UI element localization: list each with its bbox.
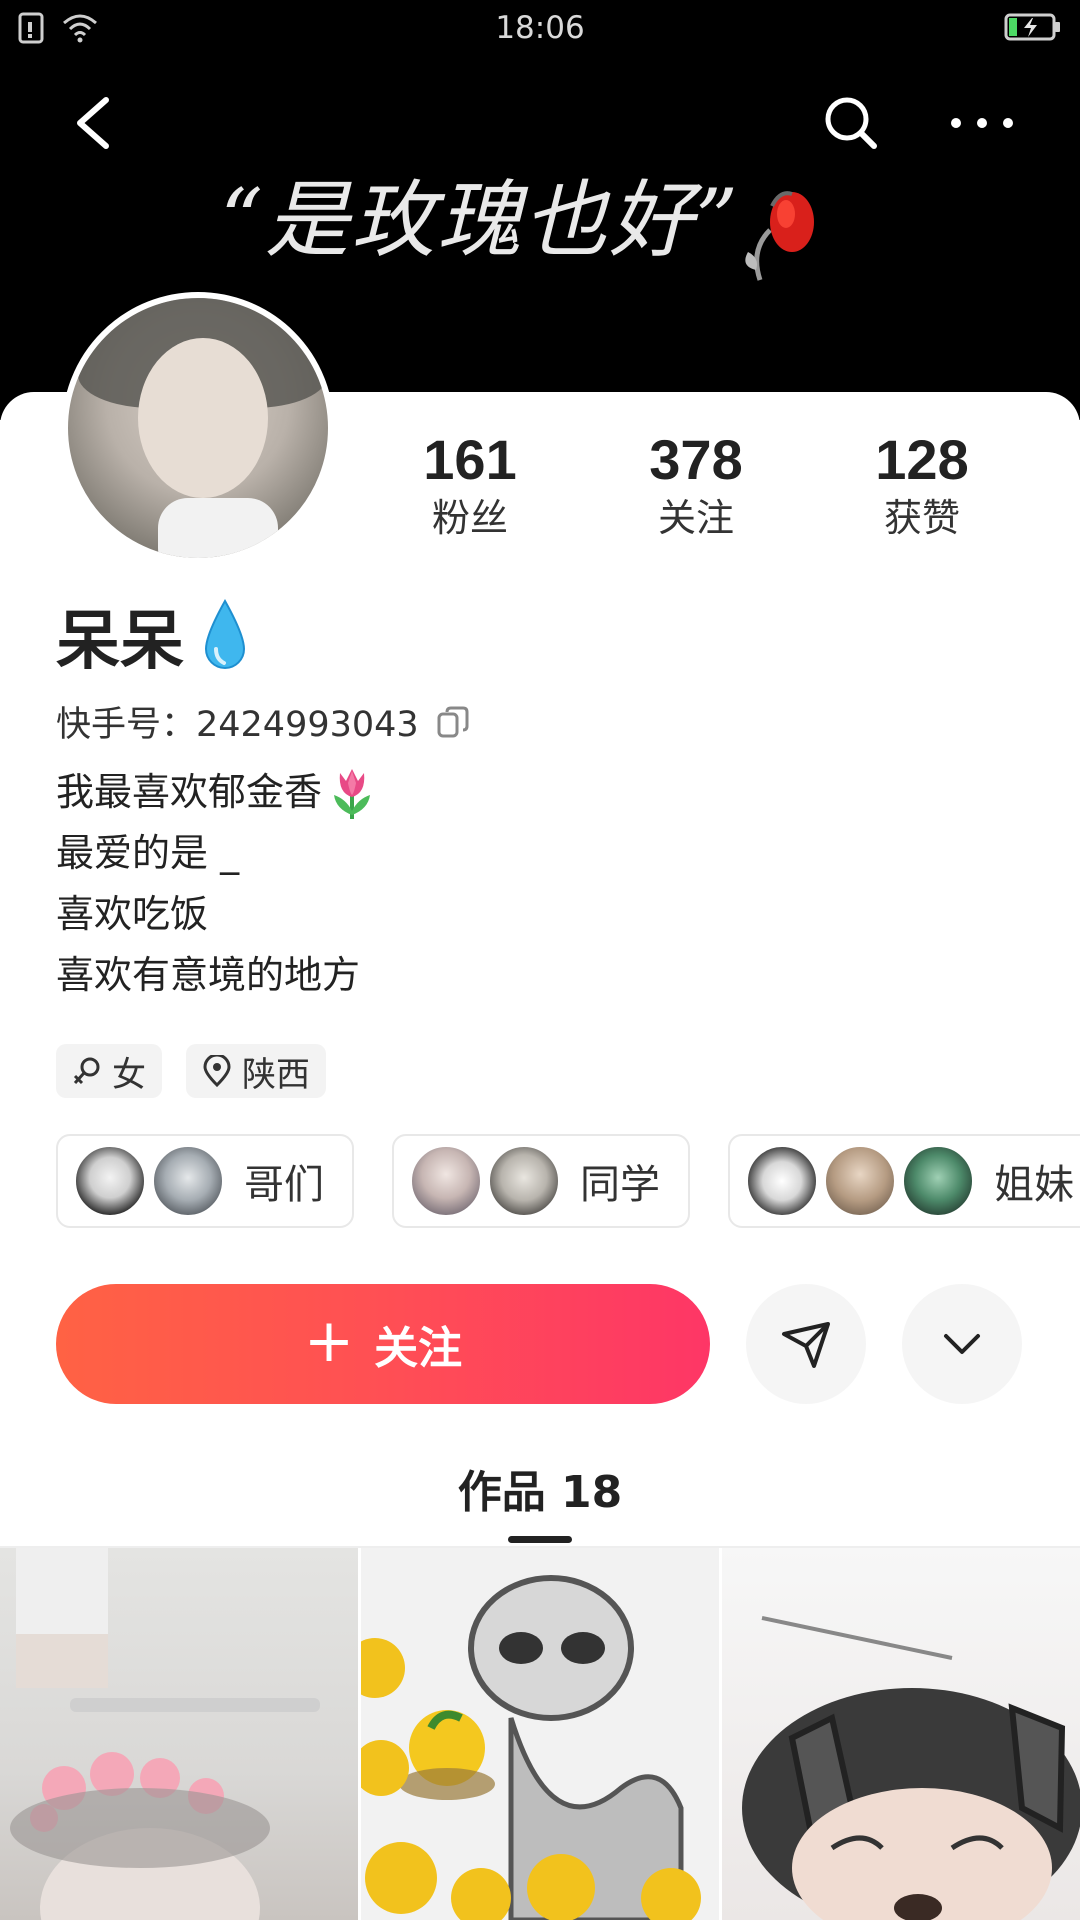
stat-fans-value: 161 xyxy=(423,428,517,491)
username-row: 呆呆 xyxy=(56,596,252,679)
stat-likes[interactable]: 128 获赞 xyxy=(822,428,1022,544)
water-drop-icon xyxy=(204,598,246,669)
bio-line: 最爱的是 _ xyxy=(56,823,378,884)
stat-following-label: 关注 xyxy=(657,496,734,540)
tab-works-label: 作品 18 xyxy=(457,1467,623,1518)
chevron-down-icon xyxy=(944,1334,980,1354)
stat-likes-value: 128 xyxy=(875,428,969,491)
rose-icon xyxy=(745,191,814,281)
gender-label: 女 xyxy=(112,1054,146,1095)
work-thumbnail[interactable] xyxy=(722,1548,1080,1920)
work-thumbnail-art xyxy=(361,1575,701,1920)
tab-indicator xyxy=(508,1536,572,1543)
group-chip[interactable]: 同学 xyxy=(392,1134,690,1228)
location-tag: 陕西 xyxy=(186,1044,326,1098)
avatar-collar xyxy=(158,498,278,558)
username: 呆呆 xyxy=(56,605,184,679)
expand-button[interactable] xyxy=(902,1284,1022,1404)
send-message-button[interactable] xyxy=(746,1284,866,1404)
group-avatar xyxy=(152,1145,224,1217)
bio-line: 我最喜欢郁金香 xyxy=(56,762,378,823)
group-avatar xyxy=(410,1145,482,1217)
send-icon xyxy=(782,1322,830,1368)
group-list: 哥们 同学 姐妹 xyxy=(56,1134,1080,1230)
back-icon xyxy=(77,97,109,149)
group-avatar xyxy=(746,1145,818,1217)
top-nav xyxy=(0,80,1080,160)
more-icon xyxy=(951,118,1013,128)
group-chip[interactable]: 哥们 xyxy=(56,1134,354,1228)
location-label: 陕西 xyxy=(242,1054,310,1095)
group-label: 哥们 xyxy=(244,1162,324,1208)
bio-line-text: 喜欢吃饭 xyxy=(56,892,209,936)
group-avatar xyxy=(488,1145,560,1217)
bio-line-text: 喜欢有意境的地方 xyxy=(56,953,361,997)
group-avatar xyxy=(74,1145,146,1217)
work-thumbnail-art xyxy=(742,1616,1080,1920)
bio-line-text: 我最喜欢郁金香 xyxy=(56,770,323,814)
avatar-face xyxy=(138,338,268,498)
tab-works[interactable]: 作品 18 xyxy=(0,1456,1080,1520)
group-label: 同学 xyxy=(580,1162,660,1208)
kuaishou-id-row: 快手号：2424993043 xyxy=(56,696,471,747)
search-button[interactable] xyxy=(818,90,884,156)
bio-line-text: 最爱的是 _ xyxy=(56,831,240,875)
work-thumbnail-art xyxy=(10,1548,320,1920)
profile-stats: 161 粉丝 378 关注 128 获赞 xyxy=(370,428,1080,548)
work-thumbnail[interactable] xyxy=(0,1548,358,1920)
bio: 我最喜欢郁金香 最爱的是 _ 喜欢吃饭 喜欢有意境的地方 xyxy=(56,762,378,1006)
tulip-icon xyxy=(334,768,371,819)
group-avatar xyxy=(824,1145,896,1217)
stat-fans[interactable]: 161 粉丝 xyxy=(370,428,570,544)
stat-fans-label: 粉丝 xyxy=(431,496,508,540)
banner-artwork: “是玫瑰也好” xyxy=(220,150,860,290)
female-icon xyxy=(73,1057,100,1085)
more-button[interactable] xyxy=(942,90,1022,156)
battery-icon xyxy=(1004,12,1062,50)
plus-icon: + xyxy=(303,1306,355,1376)
bio-line: 喜欢吃饭 xyxy=(56,884,378,945)
follow-label: 关注 xyxy=(374,1323,463,1374)
group-label: 姐妹 xyxy=(994,1162,1074,1208)
back-button[interactable] xyxy=(60,88,130,158)
gender-tag: 女 xyxy=(56,1044,162,1098)
follow-button[interactable]: + 关注 xyxy=(56,1284,710,1404)
stat-likes-label: 获赞 xyxy=(883,496,960,540)
search-icon xyxy=(825,97,877,149)
copy-icon[interactable] xyxy=(435,704,471,740)
work-thumbnail[interactable] xyxy=(361,1548,719,1920)
status-time: 18:06 xyxy=(495,10,585,46)
status-bar: 18:06 xyxy=(0,0,1080,58)
group-chip[interactable]: 姐妹 xyxy=(728,1134,1080,1228)
group-avatar xyxy=(902,1145,974,1217)
bio-line: 喜欢有意境的地方 xyxy=(56,945,378,1006)
kuaishou-id: 快手号：2424993043 xyxy=(56,705,419,745)
banner-text: “是玫瑰也好” xyxy=(220,171,740,269)
works-grid xyxy=(0,1548,1080,1920)
profile-tags: 女 陕西 xyxy=(56,1044,326,1098)
stat-following-value: 378 xyxy=(649,428,743,491)
stat-following[interactable]: 378 关注 xyxy=(596,428,796,544)
location-pin-icon xyxy=(203,1055,231,1087)
avatar[interactable] xyxy=(62,292,334,564)
